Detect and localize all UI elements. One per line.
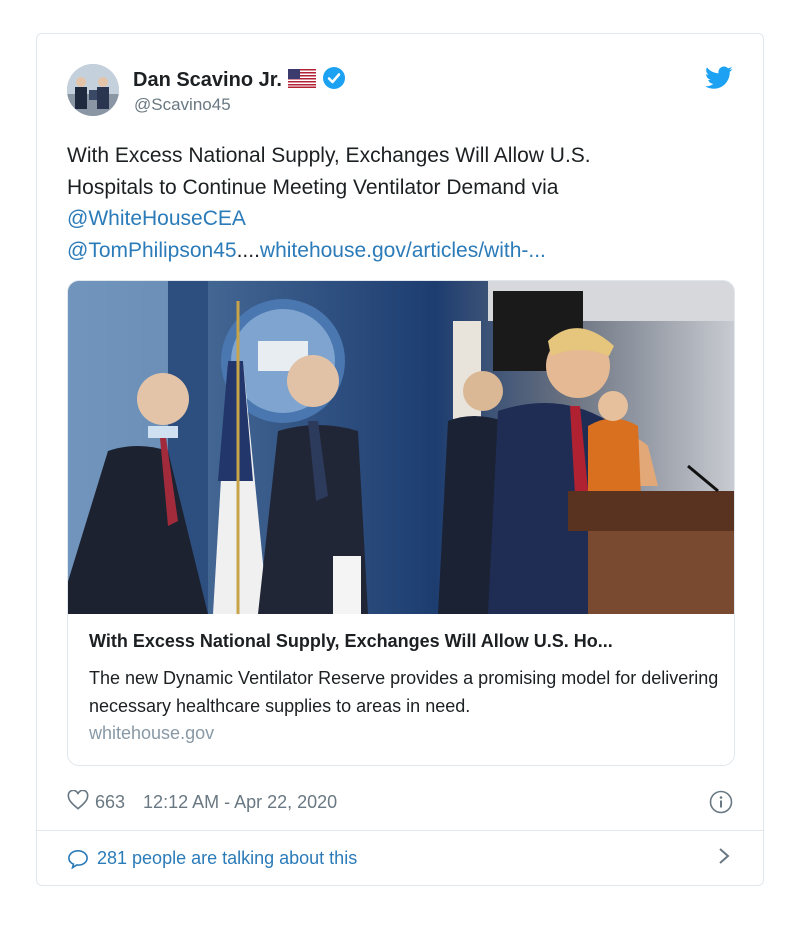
tweet-timestamp[interactable]: 12:12 AM - Apr 22, 2020: [143, 792, 337, 813]
info-icon[interactable]: [709, 790, 733, 814]
link-preview-image[interactable]: [68, 281, 734, 614]
chevron-right-icon[interactable]: [717, 846, 731, 871]
link-preview-domain: whitehouse.gov: [89, 723, 215, 743]
embedded-tweet-card: Dan Scavino Jr. @Scavino45 With Excess N…: [36, 33, 764, 886]
link-preview-description: The new Dynamic Ventilator Reserve provi…: [89, 668, 719, 716]
author-name-row[interactable]: Dan Scavino Jr.: [133, 66, 346, 95]
tweet-text-line2: Hospitals to Continue Meeting Ventilator…: [67, 175, 559, 199]
author-name[interactable]: Dan Scavino Jr.: [133, 69, 282, 92]
mention-whitehousecea[interactable]: @WhiteHouseCEA: [67, 207, 246, 230]
tweet-text: With Excess National Supply, Exchanges W…: [67, 140, 727, 266]
mention-tomphilipson45[interactable]: @TomPhilipson45: [67, 239, 237, 262]
twitter-bird-icon[interactable]: [705, 66, 733, 90]
divider: [37, 830, 763, 831]
avatar-photo-icon: [67, 64, 119, 116]
tweet-url-link[interactable]: whitehouse.gov/articles/with-...: [260, 239, 546, 262]
heart-icon: [67, 789, 89, 815]
tweet-ellipsis: ....: [236, 238, 260, 262]
tweet-meta-row: 663 12:12 AM - Apr 22, 2020: [67, 789, 337, 815]
us-flag-icon: [287, 68, 316, 93]
tweet-text-line1: With Excess National Supply, Exchanges W…: [67, 144, 591, 167]
link-preview-title[interactable]: With Excess National Supply, Exchanges W…: [89, 631, 719, 652]
conversation-label[interactable]: 281 people are talking about this: [97, 848, 357, 869]
like-count: 663: [95, 792, 126, 812]
comment-icon: [67, 849, 89, 869]
verified-badge-icon: [322, 66, 346, 95]
press-briefing-photo: [68, 281, 734, 614]
link-preview-card[interactable]: With Excess National Supply, Exchanges W…: [67, 280, 735, 766]
avatar[interactable]: [67, 64, 119, 116]
like-button[interactable]: 663: [67, 789, 126, 815]
conversation-link[interactable]: 281 people are talking about this: [67, 846, 731, 871]
author-handle[interactable]: @Scavino45: [134, 95, 231, 115]
